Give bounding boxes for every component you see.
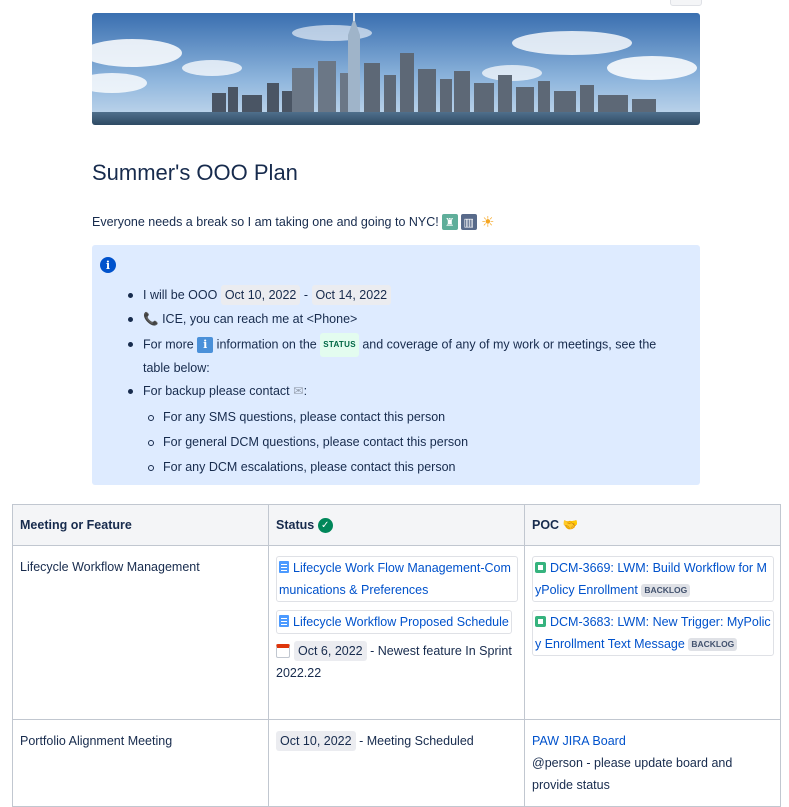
more-info-text-d: table below: — [143, 361, 210, 375]
intro-text-line: Everyone needs a break so I am taking on… — [92, 214, 496, 231]
cell-status: Oct 10, 2022 - Meeting Scheduled — [268, 719, 525, 807]
list-item-more-info: For more i information on the STATUS and… — [128, 333, 673, 379]
coverage-table: Meeting or Feature Status ✓ POC 🤝 Lifecy… — [12, 504, 781, 807]
date-separator: - — [303, 288, 309, 302]
cell-status: Lifecycle Work Flow Management-Com munica… — [268, 545, 525, 720]
table-row: Portfolio Alignment Meeting Oct 10, 2022… — [12, 719, 781, 807]
date-start[interactable]: Oct 10, 2022 — [220, 285, 301, 305]
poc-header-label: POC — [532, 518, 560, 532]
phone-icon: 📞 — [143, 312, 159, 326]
confluence-page-link-lifecycle-communications[interactable]: Lifecycle Work Flow Management-Com munica… — [276, 556, 518, 602]
info-emoji-icon: i — [197, 337, 214, 353]
backup-text: For backup please contact — [143, 384, 290, 398]
paw-jira-board-link[interactable]: PAW JIRA Board — [532, 734, 626, 748]
ooo-label: I will be OOO — [143, 288, 218, 302]
story-icon — [535, 562, 546, 573]
backlog-badge: BACKLOG — [641, 584, 691, 598]
status-header-label: Status — [276, 518, 315, 532]
page-icon — [279, 561, 289, 573]
header-poc: POC 🤝 — [524, 504, 781, 546]
jira-issue-link-dcm-3683[interactable]: DCM-3683: LWM: New Trigger: MyPolic y Enr… — [532, 610, 774, 656]
calendar-icon — [276, 644, 290, 658]
status-note-b: 2022.22 — [276, 666, 322, 680]
backup-colon: : — [303, 384, 308, 398]
cell-feature: Portfolio Alignment Meeting — [12, 719, 269, 807]
status-date[interactable]: Oct 6, 2022 — [294, 641, 367, 661]
list-item-ice: 📞 ICE, you can reach me at <Phone> — [127, 308, 358, 330]
cell-poc: PAW JIRA Board @person - please update b… — [524, 719, 781, 807]
check-circle-icon: ✓ — [317, 518, 333, 534]
header-meeting-or-feature: Meeting or Feature — [12, 504, 269, 546]
list-item-ooo-dates: I will be OOO Oct 10, 2022 - Oct 14, 202… — [127, 284, 392, 306]
cell-poc: DCM-3669: LWM: Build Workflow for MyPoli… — [524, 545, 781, 720]
sun-icon: ☀ — [481, 214, 495, 231]
top-corner-button[interactable] — [670, 0, 702, 6]
info-panel: i I will be OOO Oct 10, 2022 - Oct 14, 2… — [92, 245, 700, 485]
poc-note-b: provide status — [532, 778, 610, 792]
info-icon: i — [100, 257, 116, 273]
header-banner-image — [92, 13, 700, 125]
more-info-text-c: and coverage of any of my work or meetin… — [362, 337, 657, 352]
confluence-page-link-proposed-schedule[interactable]: Lifecycle Workflow Proposed Schedule — [276, 610, 512, 634]
list-item-backup: For backup please contact ✉: — [127, 380, 308, 402]
page-icon — [279, 615, 289, 627]
more-info-text-a: For more — [143, 337, 194, 352]
envelope-icon: ✉ — [293, 384, 304, 398]
jira-issue-link-dcm-3669[interactable]: DCM-3669: LWM: Build Workflow for MyPoli… — [532, 556, 774, 602]
status-lozenge: STATUS — [320, 333, 359, 357]
sub-item-dcm-general: For general DCM questions, please contac… — [147, 431, 468, 453]
intro-text: Everyone needs a break so I am taking on… — [92, 215, 439, 229]
table-header-row: Meeting or Feature Status ✓ POC 🤝 — [12, 504, 781, 546]
more-info-text-b: information on the — [216, 337, 317, 352]
header-status: Status ✓ — [268, 504, 525, 546]
backlog-badge: BACKLOG — [688, 638, 738, 652]
table-row: Lifecycle Workflow Management Lifecycle … — [12, 545, 781, 720]
page-title: Summer's OOO Plan — [92, 160, 298, 185]
ice-text: ICE, you can reach me at <Phone> — [162, 312, 358, 326]
date-end[interactable]: Oct 14, 2022 — [311, 285, 392, 305]
poc-note-a: @person - please update board and — [532, 756, 733, 770]
cityscape-icon: ▥ — [460, 214, 477, 230]
cell-feature: Lifecycle Workflow Management — [12, 545, 269, 720]
handshake-icon: 🤝 — [562, 518, 579, 532]
sub-item-sms: For any SMS questions, please contact th… — [147, 406, 445, 428]
status-note: - Meeting Scheduled — [359, 734, 474, 748]
statue-of-liberty-icon: ♜ — [441, 214, 458, 230]
status-note-a: - Newest feature In Sprint — [370, 644, 512, 658]
status-date[interactable]: Oct 10, 2022 — [276, 731, 356, 751]
story-icon — [535, 616, 546, 627]
sub-item-dcm-escalations: For any DCM escalations, please contact … — [148, 456, 456, 478]
